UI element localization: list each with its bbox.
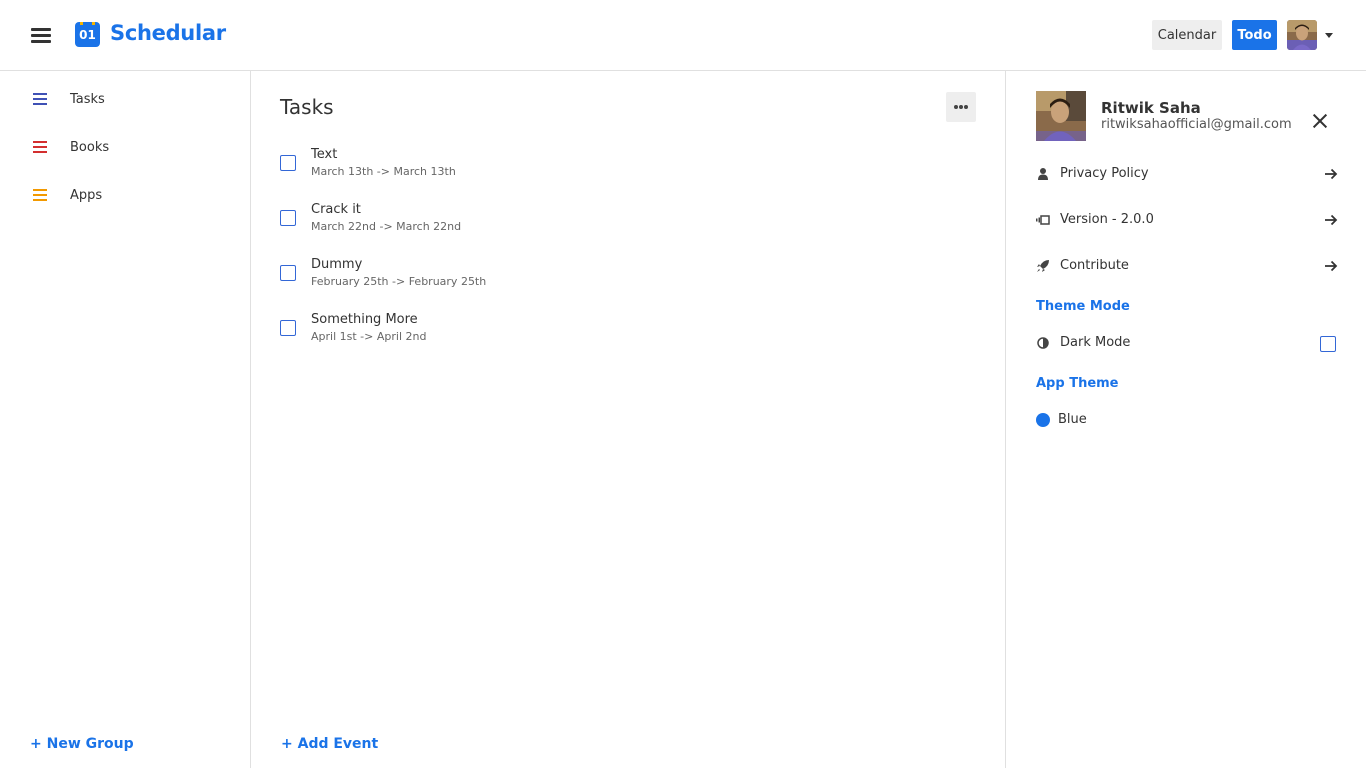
sidebar-item-apps[interactable]: Apps	[0, 172, 250, 212]
user-avatar[interactable]	[1287, 20, 1317, 50]
task-list-panel: Tasks Text March 13th -> March 13th Crac…	[251, 71, 1006, 768]
task-name[interactable]: Something More	[311, 312, 418, 327]
menu-item-label: Privacy Policy	[1060, 166, 1149, 181]
task-name[interactable]: Crack it	[311, 202, 361, 217]
dark-mode-row[interactable]: Dark Mode	[1036, 328, 1338, 358]
task-checkbox[interactable]	[280, 210, 296, 226]
calendar-view-button[interactable]: Calendar	[1152, 20, 1222, 50]
theme-color-swatch	[1036, 413, 1050, 427]
task-date-range: April 1st -> April 2nd	[311, 330, 427, 343]
list-icon	[33, 189, 47, 201]
menu-item-privacy-policy[interactable]: Privacy Policy	[1036, 159, 1338, 189]
task-checkbox[interactable]	[280, 265, 296, 281]
theme-option-blue[interactable]: Blue	[1036, 409, 1236, 431]
task-date-range: February 25th -> February 25th	[311, 275, 487, 288]
task-checkbox[interactable]	[280, 155, 296, 171]
arrow-right-icon	[1324, 166, 1338, 180]
profile-avatar	[1036, 91, 1086, 141]
theme-mode-heading: Theme Mode	[1036, 299, 1130, 314]
menu-item-contribute[interactable]: Contribute	[1036, 251, 1338, 281]
todo-view-button[interactable]: Todo	[1232, 20, 1277, 50]
version-icon	[1036, 212, 1050, 226]
contrast-icon	[1036, 335, 1050, 349]
task-item: Text March 13th -> March 13th	[280, 144, 880, 189]
new-group-button[interactable]: + New Group	[30, 736, 134, 752]
top-app-bar: 01 Schedular Calendar Todo	[0, 0, 1366, 71]
groups-sidebar: Tasks Books Apps + New Group	[0, 71, 251, 768]
arrow-right-icon	[1324, 258, 1338, 272]
profile-settings-panel: Ritwik Saha ritwiksahaofficial@gmail.com…	[1006, 71, 1366, 768]
user-name: Ritwik Saha	[1101, 99, 1201, 117]
task-item: Crack it March 22nd -> March 22nd	[280, 199, 880, 244]
list-icon	[33, 141, 47, 153]
logo-number: 01	[79, 28, 96, 42]
rocket-icon	[1036, 258, 1050, 272]
account-dropdown-caret-icon[interactable]	[1325, 33, 1333, 38]
arrow-right-icon	[1324, 212, 1338, 226]
app-title[interactable]: Schedular	[110, 21, 226, 45]
sidebar-item-label: Tasks	[70, 92, 105, 107]
task-date-range: March 22nd -> March 22nd	[311, 220, 462, 233]
menu-item-label: Contribute	[1060, 258, 1129, 273]
task-checkbox[interactable]	[280, 320, 296, 336]
theme-label: Blue	[1058, 412, 1087, 427]
page-title: Tasks	[280, 95, 334, 119]
sidebar-item-books[interactable]: Books	[0, 124, 250, 164]
add-event-button[interactable]: + Add Event	[281, 736, 378, 752]
sidebar-item-tasks[interactable]: Tasks	[0, 76, 250, 116]
task-name[interactable]: Dummy	[311, 257, 362, 272]
task-name[interactable]: Text	[311, 147, 337, 162]
menu-item-version[interactable]: Version - 2.0.0	[1036, 205, 1338, 235]
task-date-range: March 13th -> March 13th	[311, 165, 456, 178]
list-icon	[33, 93, 47, 105]
close-icon[interactable]	[1312, 113, 1328, 129]
sidebar-item-label: Books	[70, 140, 110, 155]
sidebar-item-label: Apps	[70, 188, 103, 203]
person-icon	[1036, 166, 1050, 180]
more-options-icon[interactable]	[946, 92, 976, 122]
task-item: Dummy February 25th -> February 25th	[280, 254, 880, 299]
calendar-logo-icon: 01	[75, 22, 100, 47]
app-theme-heading: App Theme	[1036, 376, 1119, 391]
user-email: ritwiksahaofficial@gmail.com	[1101, 117, 1292, 132]
menu-item-label: Version - 2.0.0	[1060, 212, 1154, 227]
task-item: Something More April 1st -> April 2nd	[280, 309, 880, 354]
hamburger-menu-icon[interactable]	[31, 28, 51, 43]
dark-mode-checkbox[interactable]	[1320, 336, 1336, 352]
dark-mode-label: Dark Mode	[1060, 335, 1131, 350]
